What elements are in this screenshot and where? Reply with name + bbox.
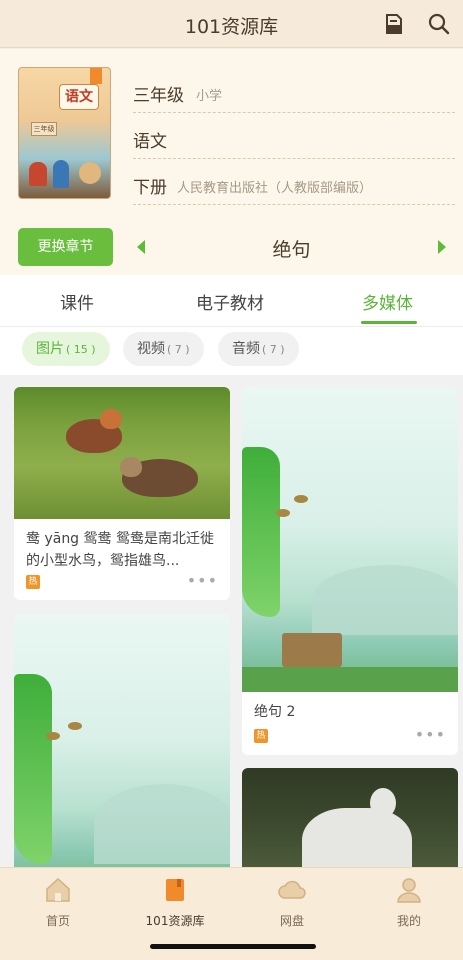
filter-label: 视频 — [137, 341, 165, 357]
active-tab-indicator — [361, 321, 417, 324]
volume-label: 下册 — [133, 178, 167, 198]
card-title: 绝句 2 — [254, 704, 296, 720]
statue-shape — [302, 808, 412, 867]
nav-label: 101资源库 — [145, 914, 205, 928]
nav-label: 我的 — [396, 914, 421, 928]
more-options-icon[interactable]: ••• — [187, 571, 218, 590]
textbook-info: 语文 三年级 三年级 小学 语文 下册 人民教育出版社（人教版部编版） 更换章节… — [0, 49, 463, 275]
subject-row[interactable]: 语文 — [133, 115, 455, 159]
grade-label: 三年级 — [133, 86, 184, 106]
grade-row[interactable]: 三年级 小学 — [133, 69, 455, 113]
tab-courseware[interactable]: 课件 — [60, 289, 94, 314]
bookmark-flag — [90, 68, 102, 84]
change-chapter-button[interactable]: 更换章节 — [18, 228, 113, 266]
level-label: 小学 — [196, 89, 223, 104]
mountain-shape — [312, 565, 458, 635]
bird-shape — [294, 495, 308, 503]
cover-title: 语文 — [59, 84, 99, 110]
top-bar: 101资源库 — [0, 0, 463, 48]
duck-shape — [100, 409, 122, 429]
poem-landscape-image — [242, 387, 458, 692]
cover-illustration — [79, 162, 101, 184]
bird-shape — [68, 722, 82, 730]
cover-illustration — [29, 162, 47, 186]
next-chapter-icon[interactable] — [438, 240, 446, 254]
ground-shape — [242, 667, 458, 692]
nav-profile[interactable]: 我的 — [364, 876, 454, 929]
nav-home[interactable]: 首页 — [13, 876, 103, 929]
bird-shape — [46, 732, 60, 740]
willow-tree — [242, 447, 280, 617]
subject-label: 语文 — [133, 132, 167, 152]
hot-badge: 热 — [26, 575, 40, 589]
hot-badge: 热 — [254, 729, 268, 743]
user-icon — [397, 878, 421, 903]
mandarin-ducks-image — [14, 387, 230, 519]
book-icon — [166, 879, 184, 901]
statue-shape — [370, 788, 396, 818]
filter-images[interactable]: 图片( 15 ) — [22, 332, 110, 366]
mountain-shape — [94, 784, 230, 864]
filter-videos[interactable]: 视频( 7 ) — [123, 332, 204, 366]
publisher-label: 人民教育出版社（人教版部编版） — [177, 181, 373, 196]
willow-tree — [14, 674, 52, 864]
search-icon[interactable] — [428, 13, 450, 35]
bird-shape — [276, 509, 290, 517]
home-icon — [46, 877, 70, 902]
filter-count: ( 7 ) — [167, 343, 190, 356]
home-indicator — [150, 944, 316, 949]
cover-grade: 三年级 — [31, 122, 57, 136]
nav-label: 网盘 — [279, 914, 304, 928]
duck-shape — [120, 457, 142, 477]
media-card[interactable]: 鸯 yāng 鸳鸯 鸳鸯是南北迁徙的小型水鸟，鸳指雄鸟... 热 ••• — [14, 387, 230, 600]
bookmark-doc-icon[interactable] — [383, 13, 405, 35]
resource-tabs: 课件 电子教材 多媒体 — [0, 275, 463, 327]
pavilion-shape — [282, 633, 342, 667]
nav-label: 首页 — [45, 914, 70, 928]
card-title: 鸯 yāng 鸳鸯 鸳鸯是南北迁徙的小型水鸟，鸳指雄鸟... — [26, 531, 214, 569]
media-grid: 鸯 yāng 鸳鸯 鸳鸯是南北迁徙的小型水鸟，鸳指雄鸟... 热 ••• 绝句 … — [0, 375, 463, 867]
media-card[interactable]: 绝句 2 热 ••• — [242, 387, 458, 755]
nav-cloud-drive[interactable]: 网盘 — [247, 876, 337, 929]
filter-label: 音频 — [232, 341, 260, 357]
filter-count: ( 7 ) — [262, 343, 285, 356]
filter-label: 图片 — [36, 341, 64, 357]
cover-illustration — [53, 160, 69, 188]
media-filters: 图片( 15 ) 视频( 7 ) 音频( 7 ) — [0, 327, 463, 375]
tab-e-textbook[interactable]: 电子教材 — [196, 289, 264, 314]
prev-chapter-icon[interactable] — [137, 240, 145, 254]
poem-landscape-image — [14, 614, 230, 867]
volume-row[interactable]: 下册 人民教育出版社（人教版部编版） — [133, 161, 455, 205]
textbook-cover[interactable]: 语文 三年级 — [18, 67, 111, 199]
poet-statue-image — [242, 768, 458, 867]
more-options-icon[interactable]: ••• — [415, 725, 446, 744]
filter-count: ( 15 ) — [66, 343, 96, 356]
media-card[interactable] — [242, 768, 458, 867]
nav-resource-library[interactable]: 101资源库 — [130, 876, 220, 929]
chapter-title: 绝句 — [272, 239, 311, 261]
media-card[interactable] — [14, 614, 230, 867]
cloud-icon — [278, 880, 306, 899]
filter-audio[interactable]: 音频( 7 ) — [218, 332, 299, 366]
tab-multimedia[interactable]: 多媒体 — [362, 289, 413, 314]
